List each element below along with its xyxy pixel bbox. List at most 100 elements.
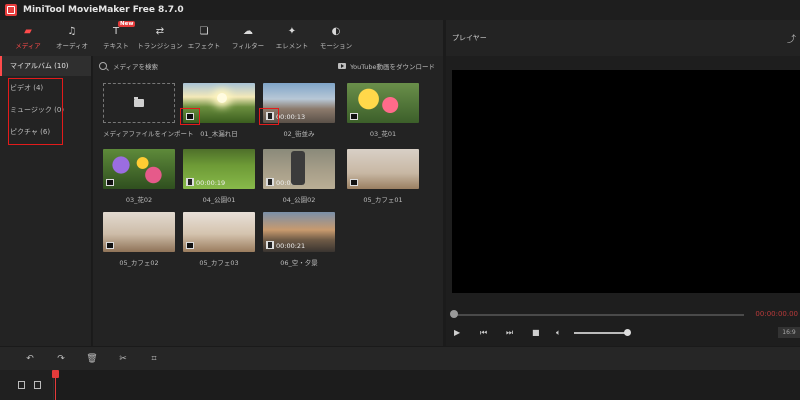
tab-element-label: エレメント — [275, 42, 309, 50]
previous-frame-icon[interactable]: ⏮ — [480, 328, 487, 338]
media-clip[interactable]: 00:00:07 04_公園02 — [263, 149, 335, 204]
clip-thumbnail: 00:00:19 — [183, 149, 255, 189]
clip-thumbnail — [103, 212, 175, 252]
clip-thumbnail — [103, 149, 175, 189]
clip-name: 04_公園01 — [202, 196, 236, 204]
paste-track-icon[interactable] — [34, 381, 41, 389]
film-icon — [266, 112, 274, 120]
picture-icon — [350, 179, 358, 186]
redo-icon[interactable]: ↷ — [51, 352, 71, 366]
play-icon[interactable]: ▶ — [454, 328, 460, 337]
tab-effect-label: エフェクト — [187, 42, 221, 50]
clip-name: 03_花01 — [369, 130, 397, 138]
search-input[interactable]: メディアを検索 — [113, 61, 158, 71]
volume-slider-handle[interactable] — [624, 329, 631, 336]
playback-progress-track[interactable] — [454, 314, 744, 316]
media-clip[interactable]: 05_カフェ02 — [103, 212, 175, 267]
tab-text-label: テキスト — [103, 42, 129, 50]
folder-icon — [134, 97, 144, 107]
element-icon: ✦ — [287, 25, 297, 37]
clip-name: 03_花02 — [125, 196, 153, 204]
main-toolbar: ▰ メディア ♫ オーディオ New T テキスト ⇄ トランジション ❏ エフ… — [0, 20, 443, 56]
aspect-ratio-select[interactable]: 16:9 — [778, 327, 800, 338]
tab-motion[interactable]: ◐ モーション — [314, 20, 358, 56]
app-window: MiniTool MovieMaker Free 8.7.0 ▰ メディア ♫ … — [0, 0, 800, 400]
tab-filter-label: フィルター — [231, 42, 265, 50]
picture-icon — [106, 242, 114, 249]
sidebar-item-video[interactable]: ビデオ (4) — [10, 83, 43, 93]
media-clip[interactable]: 03_花02 — [103, 149, 175, 204]
next-frame-icon[interactable]: ⏭ — [506, 328, 513, 338]
export-icon[interactable]: ⤴ — [787, 32, 796, 45]
title-bar: MiniTool MovieMaker Free 8.7.0 — [0, 0, 800, 20]
film-icon — [266, 241, 274, 249]
delete-icon[interactable]: 🗑︎ — [82, 352, 102, 366]
player-title: プレイヤー — [452, 34, 487, 42]
clip-thumbnail: 00:00:07 — [263, 149, 335, 189]
crop-icon[interactable]: ⌗ — [144, 352, 164, 366]
tab-element[interactable]: ✦ エレメント — [270, 20, 314, 56]
youtube-icon — [338, 63, 347, 69]
import-drop-zone[interactable] — [103, 83, 175, 123]
media-search-bar: メディアを検索 YouTube動画をダウンロード — [93, 56, 443, 76]
copy-track-icon[interactable] — [18, 381, 25, 389]
film-icon — [266, 178, 274, 186]
clip-thumbnail — [347, 149, 419, 189]
tab-media[interactable]: ▰ メディア — [6, 20, 50, 56]
player-panel: 00:00:00.00 ▶ ⏮ ⏭ ■ 🔈︎ 16:9 — [446, 56, 800, 346]
volume-icon[interactable]: 🔈︎ — [556, 328, 561, 338]
tab-audio[interactable]: ♫ オーディオ — [50, 20, 94, 56]
media-clip[interactable]: 03_花01 — [347, 83, 419, 138]
media-clip[interactable]: 00:00:13 02_街並み — [263, 83, 335, 138]
playhead[interactable] — [55, 370, 56, 400]
clip-name: 02_街並み — [283, 130, 315, 138]
media-clip[interactable]: 01_木漏れ日 — [183, 83, 255, 138]
search-icon — [99, 62, 107, 70]
sidebar-item-picture[interactable]: ピクチャ (6) — [10, 127, 50, 137]
import-media-button[interactable]: メディアファイルをインポート — [103, 83, 194, 138]
split-icon[interactable]: ✂ — [113, 352, 133, 366]
media-clip[interactable]: 05_カフェ03 — [183, 212, 255, 267]
picture-icon — [350, 113, 358, 120]
tab-audio-label: オーディオ — [55, 42, 89, 50]
filter-icon: ☁ — [243, 25, 253, 37]
player-header: プレイヤー ⤴ — [446, 20, 800, 56]
clip-thumbnail — [183, 83, 255, 123]
media-clip[interactable]: 05_カフェ01 — [347, 149, 419, 204]
timeline-toolbar: ↶ ↷ 🗑︎ ✂ ⌗ — [0, 346, 800, 370]
tab-media-label: メディア — [15, 42, 41, 50]
media-sidebar: マイアルバム (10) ビデオ (4) ミュージック (0) ピクチャ (6) — [0, 56, 92, 346]
sidebar-item-music[interactable]: ミュージック (0) — [10, 105, 64, 115]
youtube-download-label: YouTube動画をダウンロード — [350, 63, 435, 71]
undo-icon[interactable]: ↶ — [20, 352, 40, 366]
motion-icon: ◐ — [331, 25, 341, 37]
picture-icon — [106, 179, 114, 186]
tab-effect[interactable]: ❏ エフェクト — [182, 20, 226, 56]
youtube-download-button[interactable]: YouTube動画をダウンロード — [338, 61, 435, 71]
folder-icon: ▰ — [24, 25, 32, 37]
picture-icon — [186, 242, 194, 249]
stop-icon[interactable]: ■ — [532, 328, 540, 337]
import-label: メディアファイルをインポート — [103, 130, 194, 138]
clip-duration: 00:00:07 — [276, 179, 306, 187]
tab-text[interactable]: New T テキスト — [94, 20, 138, 56]
timeline-area — [0, 370, 800, 400]
preview-screen — [452, 70, 800, 293]
media-library: メディアを検索 YouTube動画をダウンロード メディアファイルをインポート … — [93, 56, 443, 346]
media-clip[interactable]: 00:00:21 06_空・夕景 — [263, 212, 335, 267]
clip-duration: 00:00:19 — [196, 179, 226, 187]
app-title: MiniTool MovieMaker Free 8.7.0 — [23, 5, 184, 15]
tab-filter[interactable]: ☁ フィルター — [226, 20, 270, 56]
sidebar-item-my-album[interactable]: マイアルバム (10) — [0, 56, 91, 76]
clip-duration: 00:00:13 — [276, 113, 306, 121]
effect-icon: ❏ — [199, 25, 209, 37]
volume-slider[interactable] — [574, 332, 626, 334]
clip-name: 05_カフェ01 — [363, 196, 403, 204]
playback-progress-handle[interactable] — [450, 310, 458, 318]
clip-thumbnail: 00:00:13 — [263, 83, 335, 123]
tab-transition-label: トランジション — [137, 42, 183, 50]
clip-name: 06_空・夕景 — [280, 259, 318, 267]
clip-thumbnail — [183, 212, 255, 252]
tab-transition[interactable]: ⇄ トランジション — [137, 20, 183, 56]
media-clip[interactable]: 00:00:19 04_公園01 — [183, 149, 255, 204]
